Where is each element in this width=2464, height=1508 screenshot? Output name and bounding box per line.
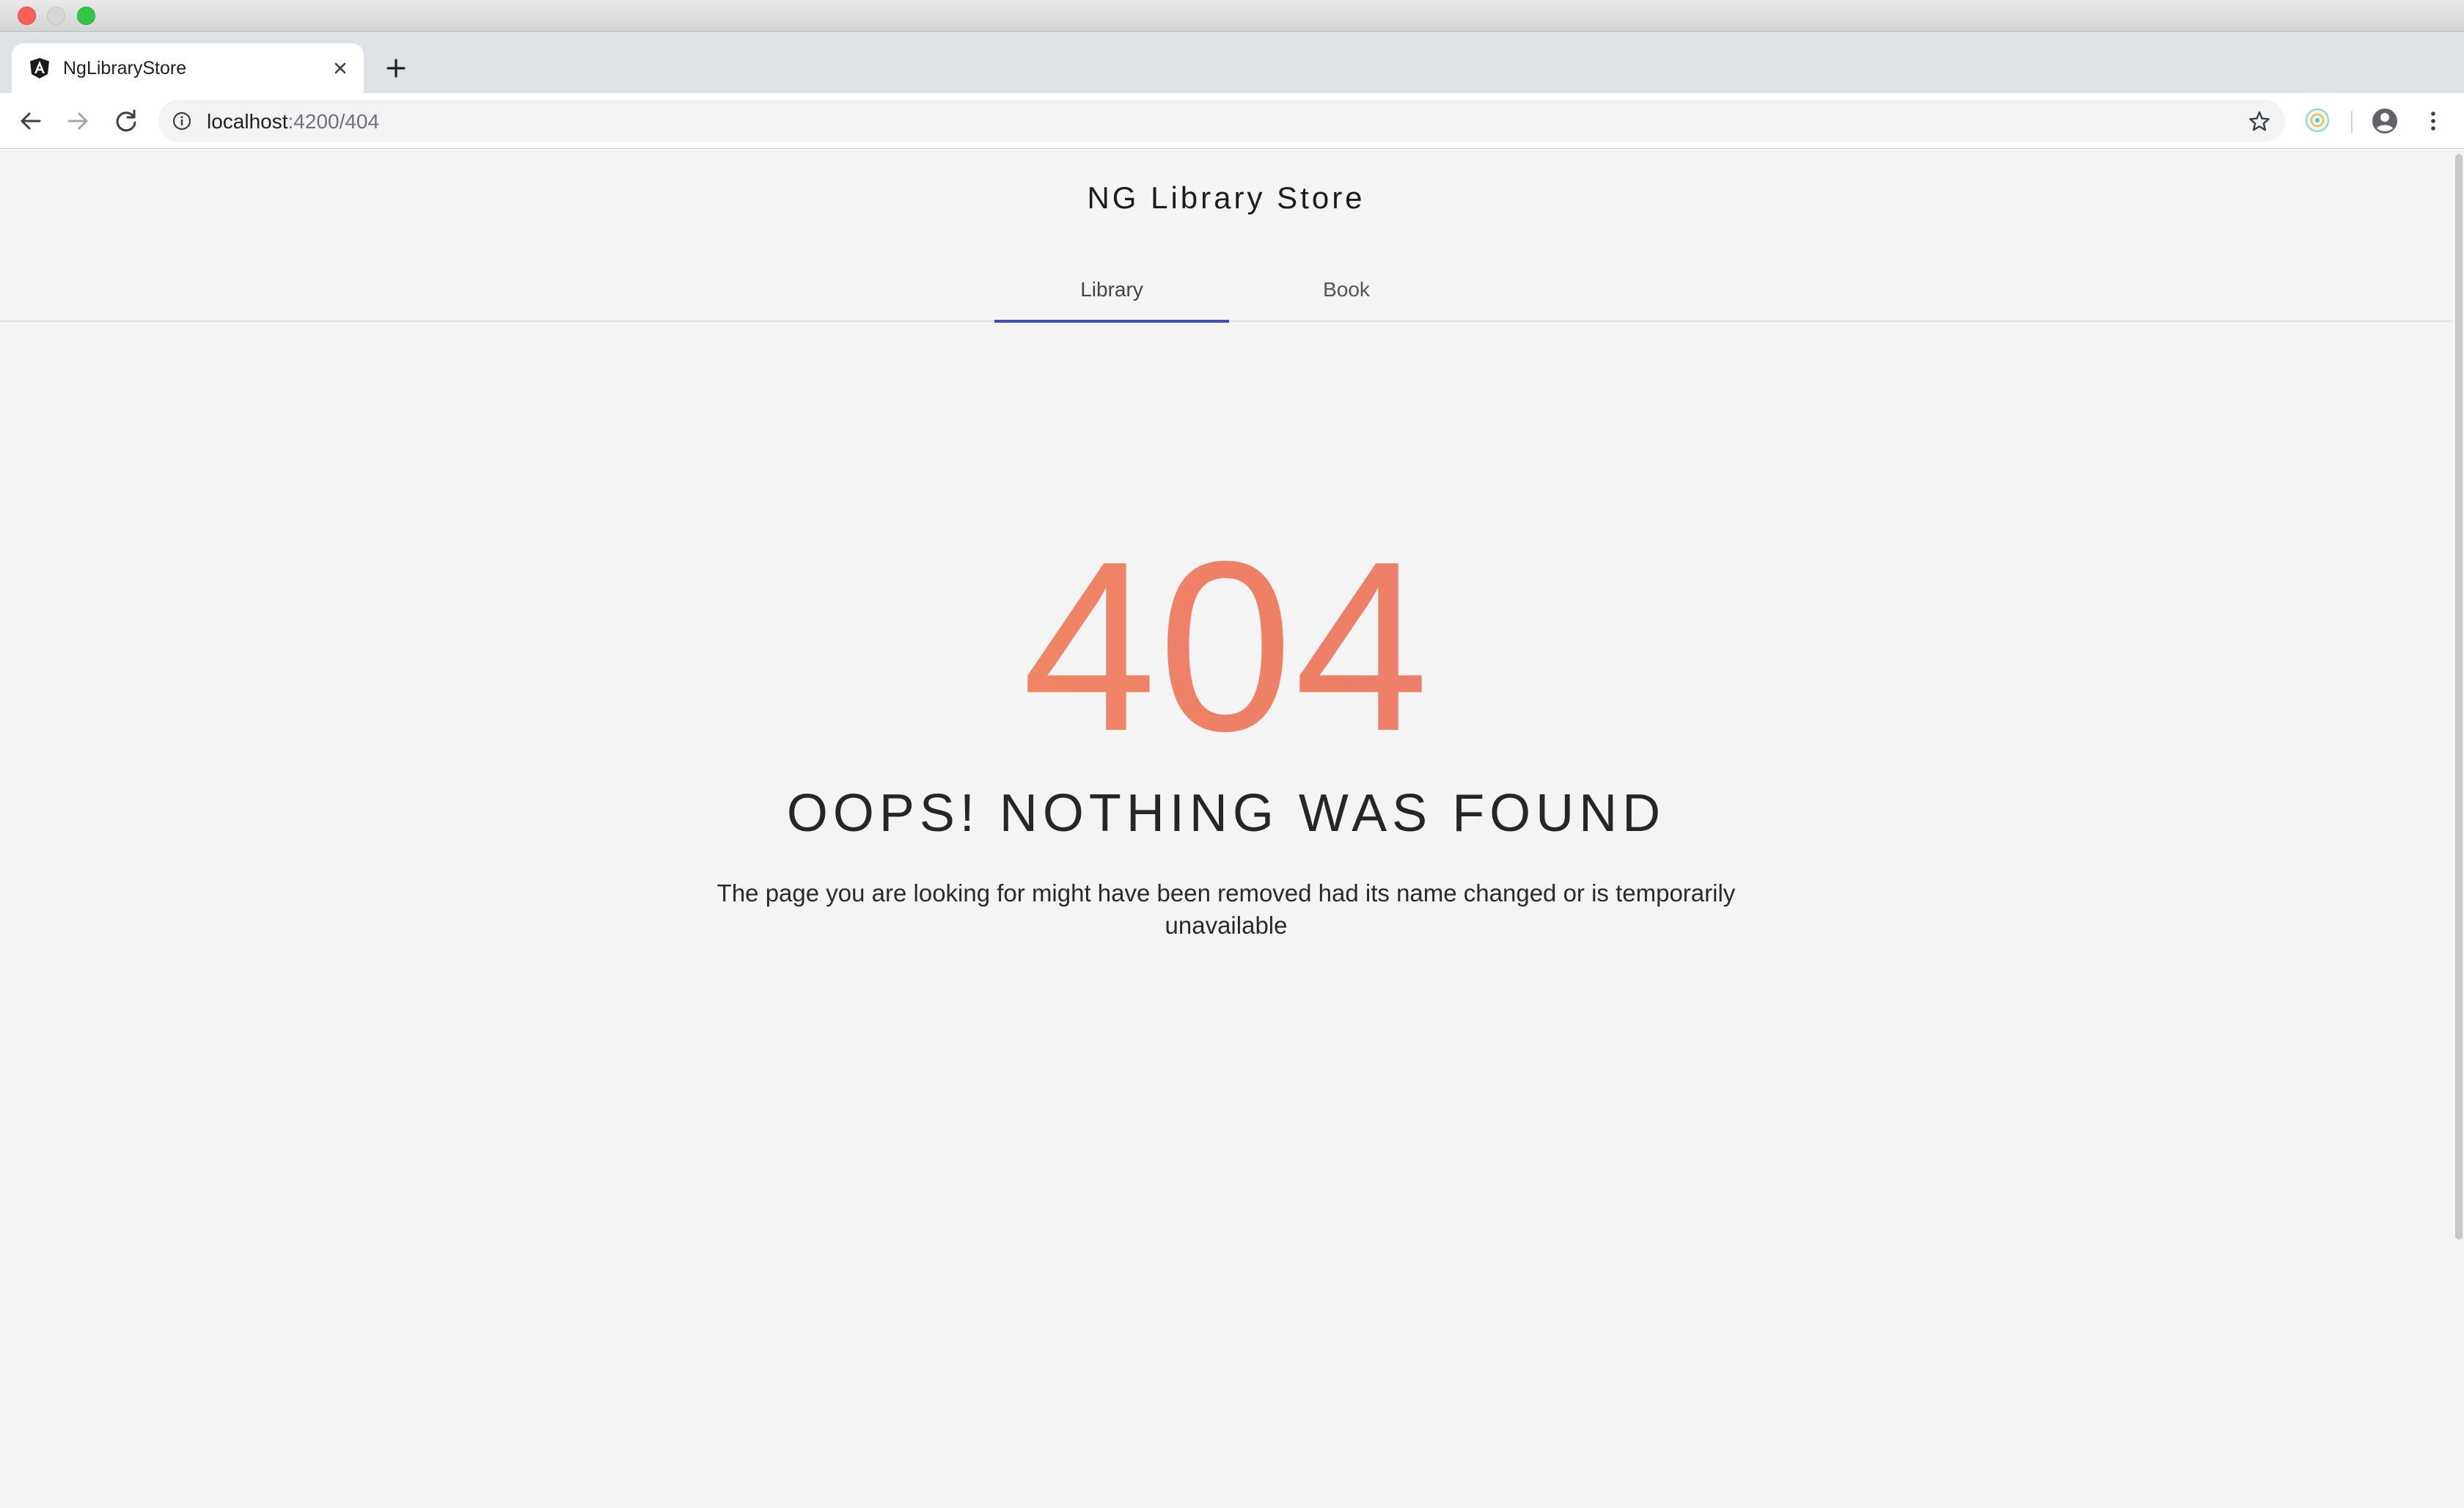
account-circle-icon[interactable] <box>2369 105 2401 137</box>
arrow-left-icon[interactable] <box>16 106 45 136</box>
extension-icon[interactable] <box>2303 106 2332 135</box>
browser-tab[interactable]: NgLibraryStore <box>12 43 364 93</box>
app-header: NG Library Store Library Book <box>0 150 2452 323</box>
address-bar[interactable]: localhost:4200/404 <box>158 100 2285 142</box>
plus-icon[interactable] <box>381 54 411 83</box>
browser-toolbar: localhost:4200/404 <box>0 93 2464 149</box>
app-title: NG Library Store <box>1087 180 1365 215</box>
more-vert-icon[interactable] <box>2419 106 2448 136</box>
close-icon[interactable] <box>329 56 352 80</box>
star-icon[interactable] <box>2247 109 2272 134</box>
url-path: :4200/404 <box>287 110 380 133</box>
url-host: localhost <box>207 110 288 133</box>
arrow-right-icon[interactable] <box>63 106 92 136</box>
scrollbar-thumb[interactable] <box>2455 154 2463 1240</box>
window-close-button[interactable] <box>18 7 36 25</box>
active-tab-indicator <box>994 320 1229 323</box>
nav-tabs: Library Book <box>994 258 1464 323</box>
angular-logo-icon <box>30 58 49 78</box>
error-description: The page you are looking for might have … <box>716 879 1736 939</box>
error-code: 404 <box>0 525 2452 767</box>
window-titlebar <box>0 0 2464 32</box>
browser-tab-title: NgLibraryStore <box>63 58 187 78</box>
tab-book[interactable]: Book <box>1229 258 1464 321</box>
page-viewport: NG Library Store Library Book 404 OOPS! … <box>0 150 2464 1508</box>
toolbar-divider <box>2351 111 2353 133</box>
browser-tab-strip: NgLibraryStore <box>0 33 2464 93</box>
window-maximize-button[interactable] <box>77 7 95 25</box>
error-title: OOPS! NOTHING WAS FOUND <box>786 784 1666 843</box>
address-bar-url: localhost:4200/404 <box>207 110 379 133</box>
window-minimize-button[interactable] <box>47 7 65 25</box>
info-icon[interactable] <box>172 111 192 131</box>
reload-icon[interactable] <box>111 106 141 136</box>
tab-library[interactable]: Library <box>994 258 1229 321</box>
